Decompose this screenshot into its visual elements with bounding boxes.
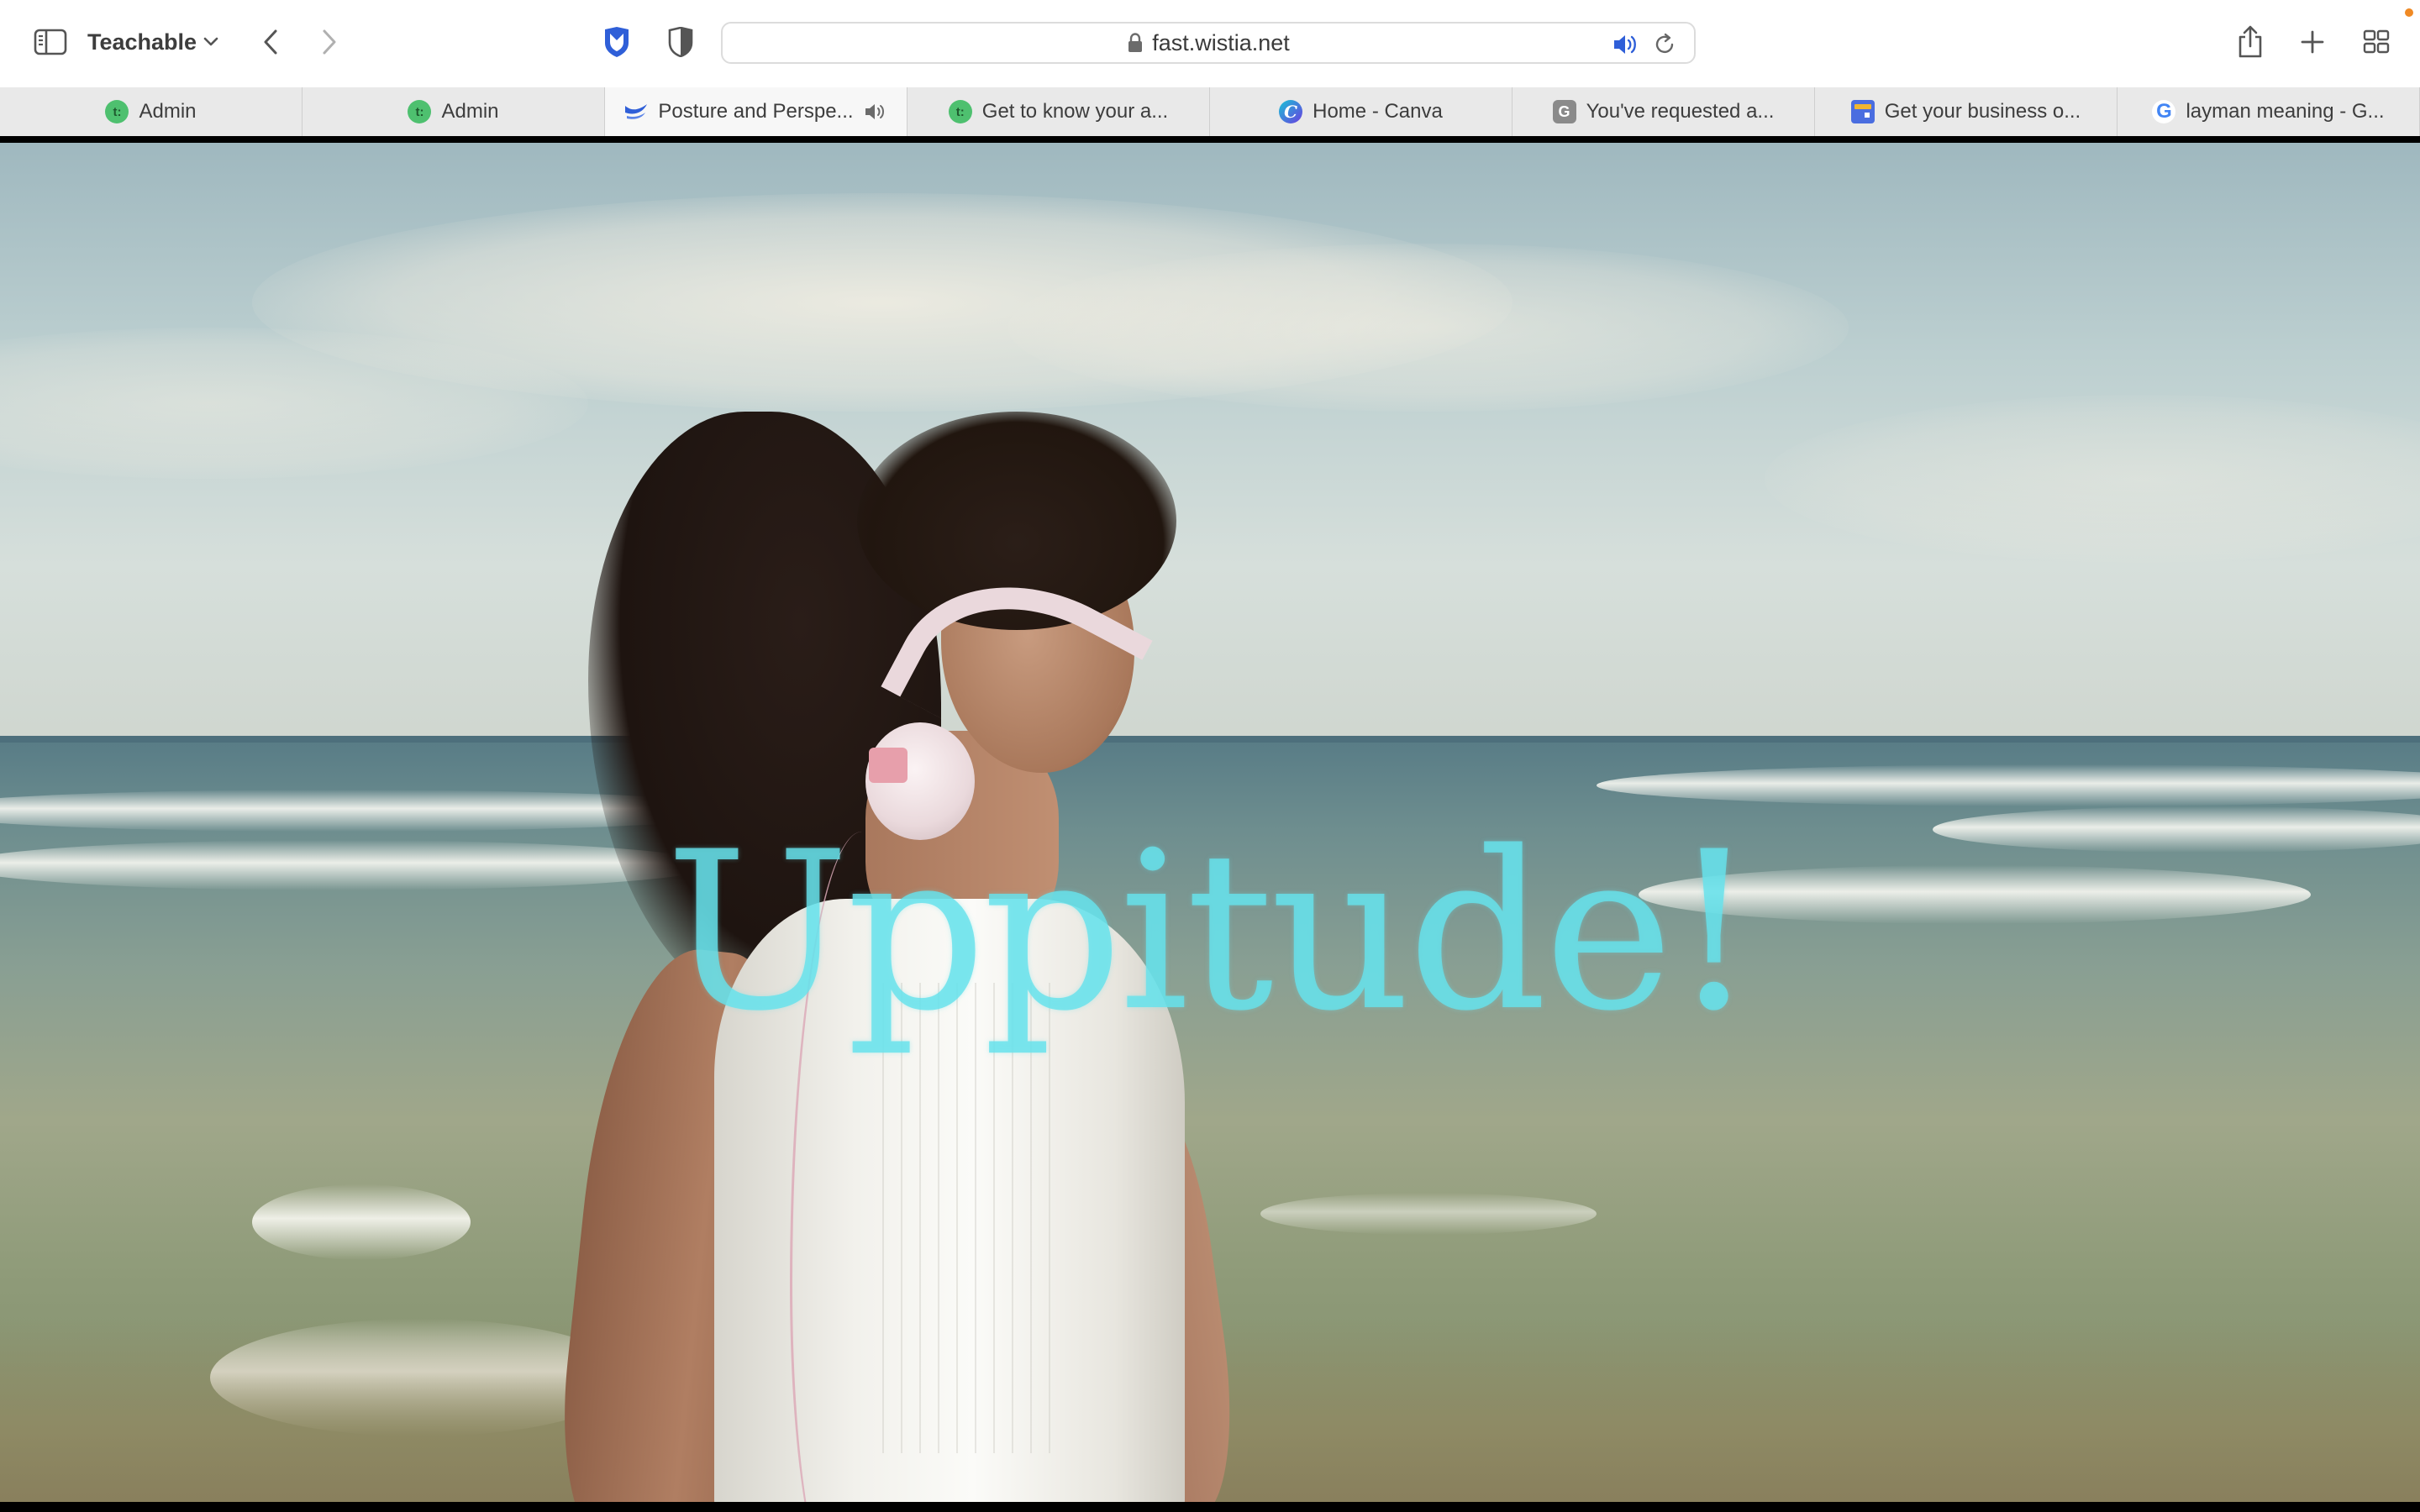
tab-posture-and-perspective[interactable]: Posture and Perspe... bbox=[605, 87, 908, 136]
cloud bbox=[1008, 244, 1849, 412]
address-bar[interactable]: fast.wistia.net bbox=[721, 22, 1696, 64]
reload-icon bbox=[1655, 33, 1674, 54]
new-tab-button[interactable] bbox=[2294, 24, 2331, 60]
wave bbox=[252, 1184, 471, 1260]
chevron-left-icon bbox=[264, 29, 277, 55]
business-profile-icon bbox=[1850, 100, 1875, 123]
tab-get-your-business[interactable]: Get your business o... bbox=[1815, 87, 2118, 136]
sidebar-icon bbox=[34, 29, 67, 55]
g-letter-icon: G bbox=[1552, 100, 1576, 123]
reload-button[interactable] bbox=[1652, 32, 1677, 57]
tab-overview-button[interactable] bbox=[2358, 24, 2395, 60]
privacy-report-button[interactable] bbox=[662, 24, 699, 60]
teachable-icon: t: bbox=[105, 100, 129, 123]
tab-admin-2[interactable]: t: Admin bbox=[302, 87, 605, 136]
tab-get-to-know[interactable]: t: Get to know your a... bbox=[908, 87, 1210, 136]
share-icon bbox=[2238, 25, 2262, 58]
tab-admin-1[interactable]: t: Admin bbox=[0, 87, 302, 136]
tab-label: Admin bbox=[441, 100, 499, 123]
chevron-right-icon bbox=[323, 29, 336, 55]
shield-icon bbox=[605, 27, 629, 57]
forward-button[interactable] bbox=[311, 24, 348, 60]
browser-toolbar: Teachable fast.wistia.net bbox=[0, 0, 2420, 88]
tab-label: Admin bbox=[139, 100, 197, 123]
video-player[interactable]: Uppitude! bbox=[0, 136, 2420, 1512]
tab-bar: t: Admin t: Admin Posture and Perspe... … bbox=[0, 87, 2420, 137]
tab-home-canva[interactable]: C Home - Canva bbox=[1210, 87, 1512, 136]
tab-label: Get to know your a... bbox=[981, 100, 1169, 123]
canva-icon: C bbox=[1279, 100, 1303, 123]
notification-dot bbox=[2405, 8, 2413, 17]
tab-label: Home - Canva bbox=[1313, 100, 1443, 123]
speaker-icon[interactable] bbox=[864, 102, 887, 122]
grid-icon bbox=[2363, 29, 2390, 54]
tab-label: Posture and Perspe... bbox=[658, 100, 854, 123]
chevron-down-icon[interactable] bbox=[202, 32, 220, 50]
tab-label: Get your business o... bbox=[1884, 100, 2081, 123]
video-frame: Uppitude! bbox=[0, 143, 2420, 1502]
mute-tab-button[interactable] bbox=[1612, 32, 1639, 57]
url-text: fast.wistia.net bbox=[1152, 29, 1290, 55]
share-button[interactable] bbox=[2232, 22, 2269, 62]
wistia-icon bbox=[624, 100, 648, 123]
tab-layman-meaning[interactable]: G layman meaning - G... bbox=[2118, 87, 2420, 136]
teachable-icon: t: bbox=[408, 100, 432, 123]
privacy-shield-icon bbox=[668, 27, 693, 57]
headphone-label bbox=[869, 748, 908, 783]
speaker-icon bbox=[1614, 35, 1636, 54]
profile-switcher-label[interactable]: Teachable bbox=[87, 25, 197, 59]
horizon bbox=[0, 736, 2420, 743]
tab-label: layman meaning - G... bbox=[2186, 100, 2385, 123]
wave bbox=[1260, 1193, 1597, 1235]
tab-label: You've requested a... bbox=[1586, 100, 1775, 123]
plus-icon bbox=[2301, 30, 2324, 54]
security-extension-button[interactable] bbox=[598, 24, 635, 60]
back-button[interactable] bbox=[252, 24, 289, 60]
tab-youve-requested[interactable]: G You've requested a... bbox=[1512, 87, 1815, 136]
teachable-icon: t: bbox=[948, 100, 972, 123]
google-icon: G bbox=[2152, 100, 2176, 123]
lock-icon bbox=[1128, 33, 1143, 52]
sidebar-toggle-button[interactable] bbox=[29, 24, 72, 60]
video-overlay-title: Uppitude! bbox=[666, 806, 1758, 1059]
browser-window: Teachable fast.wistia.net t: Admin t: Ad… bbox=[0, 0, 2420, 1512]
address-bar-content: fast.wistia.net bbox=[723, 24, 1694, 62]
